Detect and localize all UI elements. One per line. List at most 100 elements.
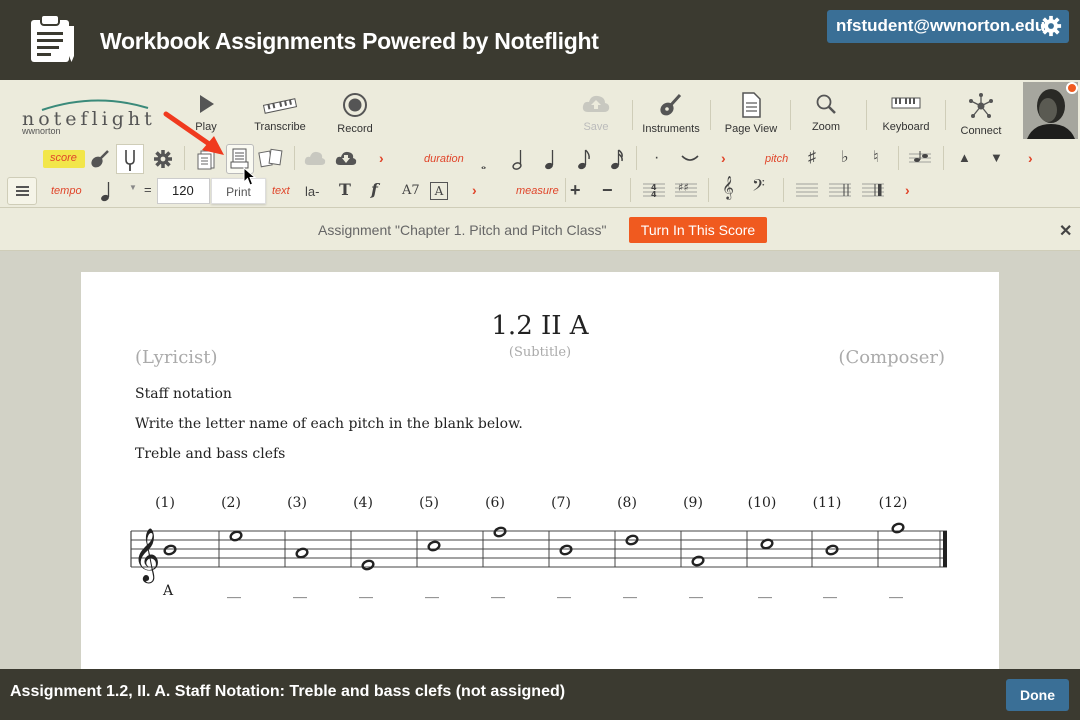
chevron-right-icon[interactable]: › — [379, 150, 384, 166]
measure-number-label[interactable]: (1) — [155, 495, 175, 511]
answer-blank[interactable]: __ — [758, 583, 772, 599]
whole-note[interactable] — [427, 540, 441, 552]
answer-blank[interactable]: __ — [491, 583, 505, 599]
record-button[interactable]: Record — [317, 90, 393, 138]
answer-blank[interactable]: __ — [823, 583, 837, 599]
palette-menu-button[interactable] — [7, 177, 37, 205]
page-title: Workbook Assignments Powered by Noteflig… — [100, 28, 599, 54]
barline-icon[interactable] — [795, 180, 819, 200]
natural-icon[interactable]: ♮ — [873, 150, 879, 166]
instruction-line[interactable]: Treble and bass clefs — [135, 446, 285, 462]
measure-number-label[interactable]: (10) — [748, 495, 777, 511]
eighth-note-icon[interactable] — [577, 148, 591, 170]
text-palette-label: text — [272, 185, 290, 197]
answer-blank[interactable]: __ — [557, 583, 571, 599]
chord-symbol-button[interactable]: A7 — [402, 184, 420, 197]
instruments-button[interactable]: Instruments — [633, 90, 709, 138]
grace-note-icon[interactable] — [908, 149, 932, 167]
double-barline-icon[interactable] — [828, 180, 852, 200]
parts-icon[interactable] — [258, 146, 284, 170]
zoom-button[interactable]: Zoom — [788, 90, 864, 138]
measure-number-label[interactable]: (3) — [287, 495, 307, 511]
chevron-right-icon[interactable]: › — [1028, 150, 1033, 166]
score-title[interactable]: 1.2 II A — [81, 311, 999, 341]
user-account-button[interactable]: nfstudent@wwnorton.edu — [827, 10, 1069, 43]
keyboard-button[interactable]: Keyboard — [868, 90, 944, 138]
time-signature-icon[interactable]: 44 — [642, 180, 666, 200]
half-note-icon[interactable] — [512, 148, 524, 170]
measure-number-label[interactable]: (8) — [617, 495, 637, 511]
flat-icon[interactable]: ♭ — [841, 150, 849, 166]
measure-number-label[interactable]: (6) — [485, 495, 505, 511]
pitch-palette-label: pitch — [765, 153, 789, 165]
key-signature-icon[interactable]: ♯♯ — [674, 180, 698, 200]
score-palette-tab[interactable]: score — [43, 150, 85, 168]
tuning-fork-button[interactable] — [116, 144, 144, 174]
answer-blank[interactable]: __ — [889, 583, 903, 599]
treble-staff[interactable]: 𝄞 — [81, 490, 999, 610]
measure-number-label[interactable]: (12) — [879, 495, 908, 511]
remove-measure-icon[interactable]: − — [602, 181, 613, 199]
text-bold-button[interactable]: T — [339, 182, 351, 198]
chevron-right-icon[interactable]: › — [905, 182, 910, 198]
sharp-icon[interactable]: ♯ — [808, 150, 816, 166]
connect-button[interactable]: Connect — [943, 90, 1019, 138]
final-barline-icon[interactable] — [861, 180, 885, 200]
answer-blank[interactable]: A — [163, 583, 173, 599]
cloud-upload-icon — [582, 95, 610, 112]
instruction-line[interactable]: Write the letter name of each pitch in t… — [135, 416, 523, 432]
whole-note[interactable] — [493, 526, 507, 538]
dynamic-button[interactable]: f — [371, 182, 378, 198]
instruction-line[interactable]: Staff notation — [135, 386, 232, 402]
whole-note-icon[interactable]: 𝅝 — [481, 158, 486, 171]
lyricist-field[interactable]: (Lyricist) — [135, 347, 218, 368]
measure-number-label[interactable]: (2) — [221, 495, 241, 511]
whole-note[interactable] — [559, 544, 573, 556]
treble-clef-icon[interactable]: 𝄞 — [722, 178, 734, 198]
cloud-upload-icon[interactable] — [303, 148, 327, 168]
whole-note[interactable] — [825, 544, 839, 556]
bass-clef-icon[interactable]: 𝄢 — [752, 178, 765, 198]
whole-note[interactable] — [163, 544, 177, 556]
gear-icon[interactable] — [1040, 15, 1062, 37]
whole-note[interactable] — [691, 555, 705, 567]
measure-number-label[interactable]: (9) — [683, 495, 703, 511]
duration-palette-label: duration — [424, 153, 464, 165]
measure-number-label[interactable]: (11) — [813, 495, 842, 511]
answer-blank[interactable]: __ — [227, 583, 241, 599]
rehearsal-mark-button[interactable]: A — [430, 182, 448, 200]
tempo-input[interactable]: 120 — [157, 178, 210, 204]
quarter-note-icon[interactable] — [544, 148, 556, 170]
answer-blank[interactable]: __ — [293, 583, 307, 599]
close-icon[interactable]: ✕ — [1059, 221, 1072, 241]
composer-field[interactable]: (Composer) — [838, 347, 945, 368]
turn-in-button[interactable]: Turn In This Score — [629, 217, 767, 243]
answer-blank[interactable]: __ — [623, 583, 637, 599]
page-view-button[interactable]: Page View — [713, 90, 789, 138]
add-measure-icon[interactable]: + — [570, 181, 581, 199]
chevron-right-icon[interactable]: › — [472, 182, 477, 198]
transcribe-button[interactable]: Transcribe — [242, 90, 318, 138]
measure-number-label[interactable]: (5) — [419, 495, 439, 511]
pitch-down-icon[interactable]: ▼ — [990, 151, 1003, 164]
measure-number-label[interactable]: (7) — [551, 495, 571, 511]
answer-blank[interactable]: __ — [689, 583, 703, 599]
answer-blank[interactable]: __ — [425, 583, 439, 599]
save-button[interactable]: Save — [558, 90, 634, 138]
sixteenth-note-icon[interactable] — [610, 148, 624, 170]
tempo-dropdown-icon[interactable]: ▼ — [129, 184, 137, 192]
guitar-icon[interactable] — [89, 148, 111, 170]
done-button[interactable]: Done — [1006, 679, 1069, 711]
chevron-right-icon[interactable]: › — [721, 150, 726, 166]
measure-number-label[interactable]: (4) — [353, 495, 373, 511]
dot-icon[interactable]: · — [654, 150, 659, 166]
tie-icon[interactable] — [680, 154, 700, 164]
cloud-download-icon[interactable] — [334, 148, 358, 168]
whole-note[interactable] — [361, 559, 375, 571]
answer-blank[interactable]: __ — [359, 583, 373, 599]
whole-note[interactable] — [891, 522, 905, 534]
lyric-button[interactable]: la- — [305, 185, 319, 198]
pitch-up-icon[interactable]: ▲ — [958, 151, 971, 164]
score-page[interactable]: 1.2 II A (Subtitle) (Lyricist) (Composer… — [81, 272, 999, 672]
mouse-cursor-icon — [243, 167, 257, 186]
